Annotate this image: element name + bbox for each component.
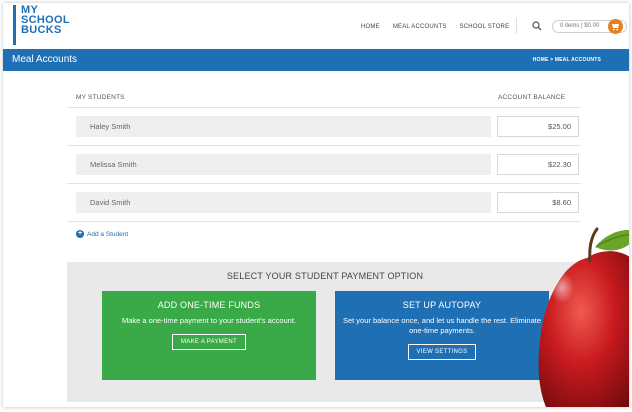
cart-icon[interactable] <box>608 19 623 34</box>
add-student-label: Add a Student <box>87 230 129 238</box>
nav-home[interactable]: HOME <box>361 24 380 30</box>
apple-image <box>538 227 629 407</box>
logo-line-3: BUCKS <box>21 24 62 36</box>
student-balance: $22.30 <box>497 154 579 175</box>
nav-school-store[interactable]: SCHOOL STORE <box>460 24 510 30</box>
plus-circle-icon: + <box>76 230 84 238</box>
my-students-heading: MY STUDENTS <box>76 94 125 101</box>
app-window: MY SCHOOL BUCKS HOME MEAL ACCOUNTS SCHOO… <box>3 3 629 407</box>
one-time-funds-description: Make a one-time payment to your student'… <box>121 316 297 325</box>
nav-meal-accounts[interactable]: MEAL ACCOUNTS <box>393 24 447 30</box>
student-balance: $25.00 <box>497 116 579 137</box>
make-payment-button[interactable]: MAKE A PAYMENT <box>172 334 246 350</box>
divider <box>67 183 581 184</box>
payment-options-panel: SELECT YOUR STUDENT PAYMENT OPTION ADD O… <box>67 262 583 402</box>
student-name[interactable]: Haley Smith <box>76 116 491 137</box>
search-icon[interactable] <box>532 21 542 31</box>
add-student-link[interactable]: + Add a Student <box>76 230 128 238</box>
autopay-title: SET UP AUTOPAY <box>402 300 482 310</box>
logo[interactable]: MY SCHOOL BUCKS <box>13 5 70 45</box>
payment-options-title: SELECT YOUR STUDENT PAYMENT OPTION <box>226 271 424 281</box>
main-nav: HOME MEAL ACCOUNTS SCHOOL STORE <box>361 24 509 30</box>
divider <box>67 145 581 146</box>
nav-divider <box>516 18 517 34</box>
student-name[interactable]: Melissa Smith <box>76 154 491 175</box>
student-name[interactable]: David Smith <box>76 192 491 213</box>
one-time-funds-title: ADD ONE-TIME FUNDS <box>157 300 261 310</box>
divider <box>67 221 581 222</box>
account-balance-heading: ACCOUNT BALANCE <box>498 94 566 101</box>
breadcrumb[interactable]: HOME > MEAL ACCOUNTS <box>533 57 601 63</box>
autopay-card: SET UP AUTOPAY Set your balance once, an… <box>335 291 549 380</box>
page-title-bar: Meal Accounts HOME > MEAL ACCOUNTS <box>3 49 629 71</box>
site-header: MY SCHOOL BUCKS HOME MEAL ACCOUNTS SCHOO… <box>3 3 629 45</box>
view-settings-button[interactable]: VIEW SETTINGS <box>407 344 477 360</box>
autopay-description: Set your balance once, and let us handle… <box>342 316 542 335</box>
student-balance: $8.60 <box>497 192 579 213</box>
divider <box>67 107 581 108</box>
one-time-funds-card: ADD ONE-TIME FUNDS Make a one-time payme… <box>102 291 316 380</box>
page-title: Meal Accounts <box>12 54 78 65</box>
